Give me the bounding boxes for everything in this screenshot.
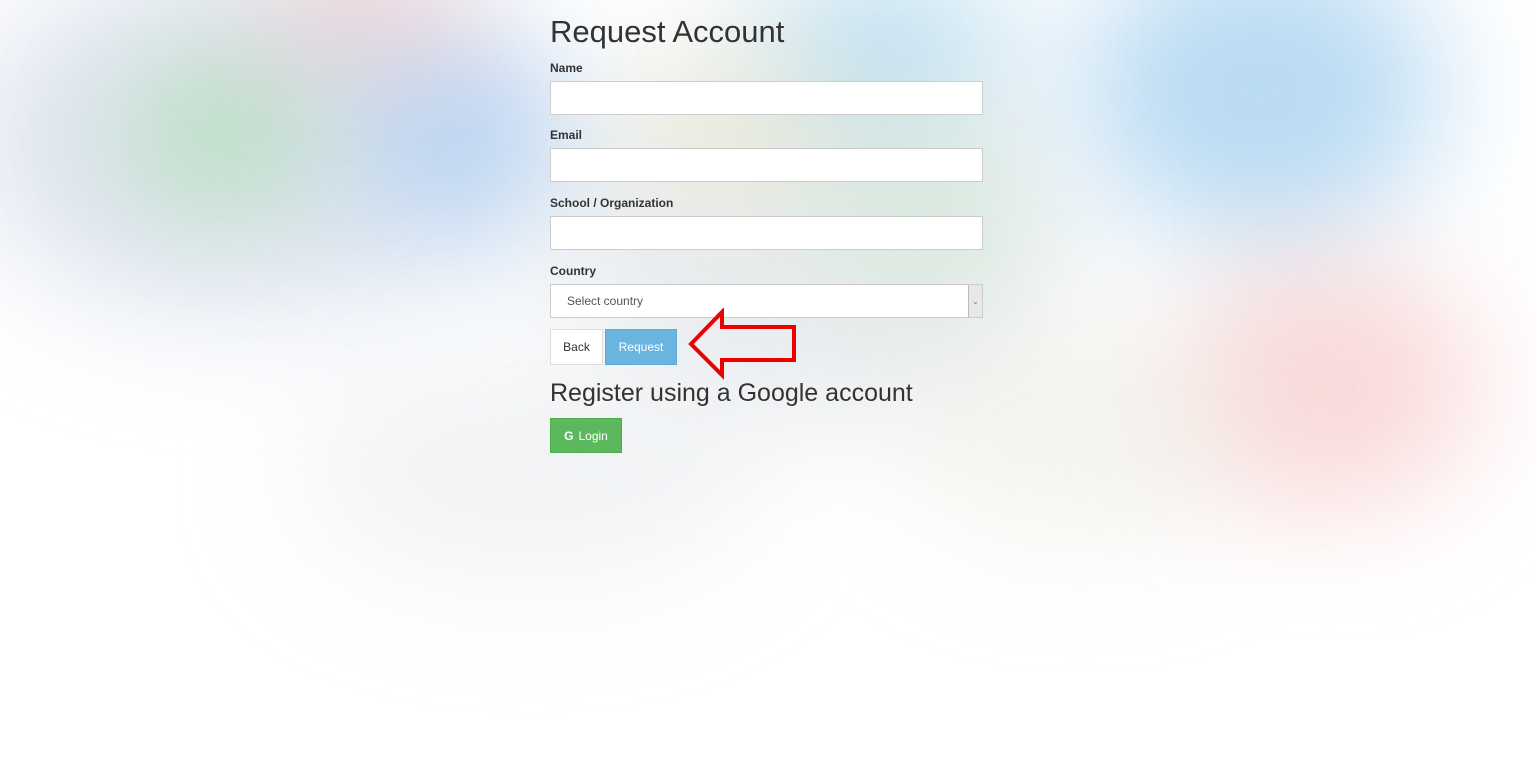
red-arrow-annotation [688,308,796,380]
google-login-button[interactable]: G Login [550,418,622,453]
google-icon: G [564,428,574,443]
google-register-title: Register using a Google account [550,379,913,407]
back-button[interactable]: Back [550,329,603,365]
page-title: Request Account [550,14,785,49]
chevron-down-icon[interactable]: ⌄ [968,285,982,317]
organization-label: School / Organization [550,196,674,210]
name-label: Name [550,61,583,75]
email-input[interactable] [550,148,983,182]
country-label: Country [550,264,596,278]
organization-input[interactable] [550,216,983,250]
request-button[interactable]: Request [605,329,677,365]
email-label: Email [550,128,583,142]
google-login-label: Login [578,428,608,443]
country-select-value: Select country [567,294,644,308]
name-input[interactable] [550,81,983,115]
